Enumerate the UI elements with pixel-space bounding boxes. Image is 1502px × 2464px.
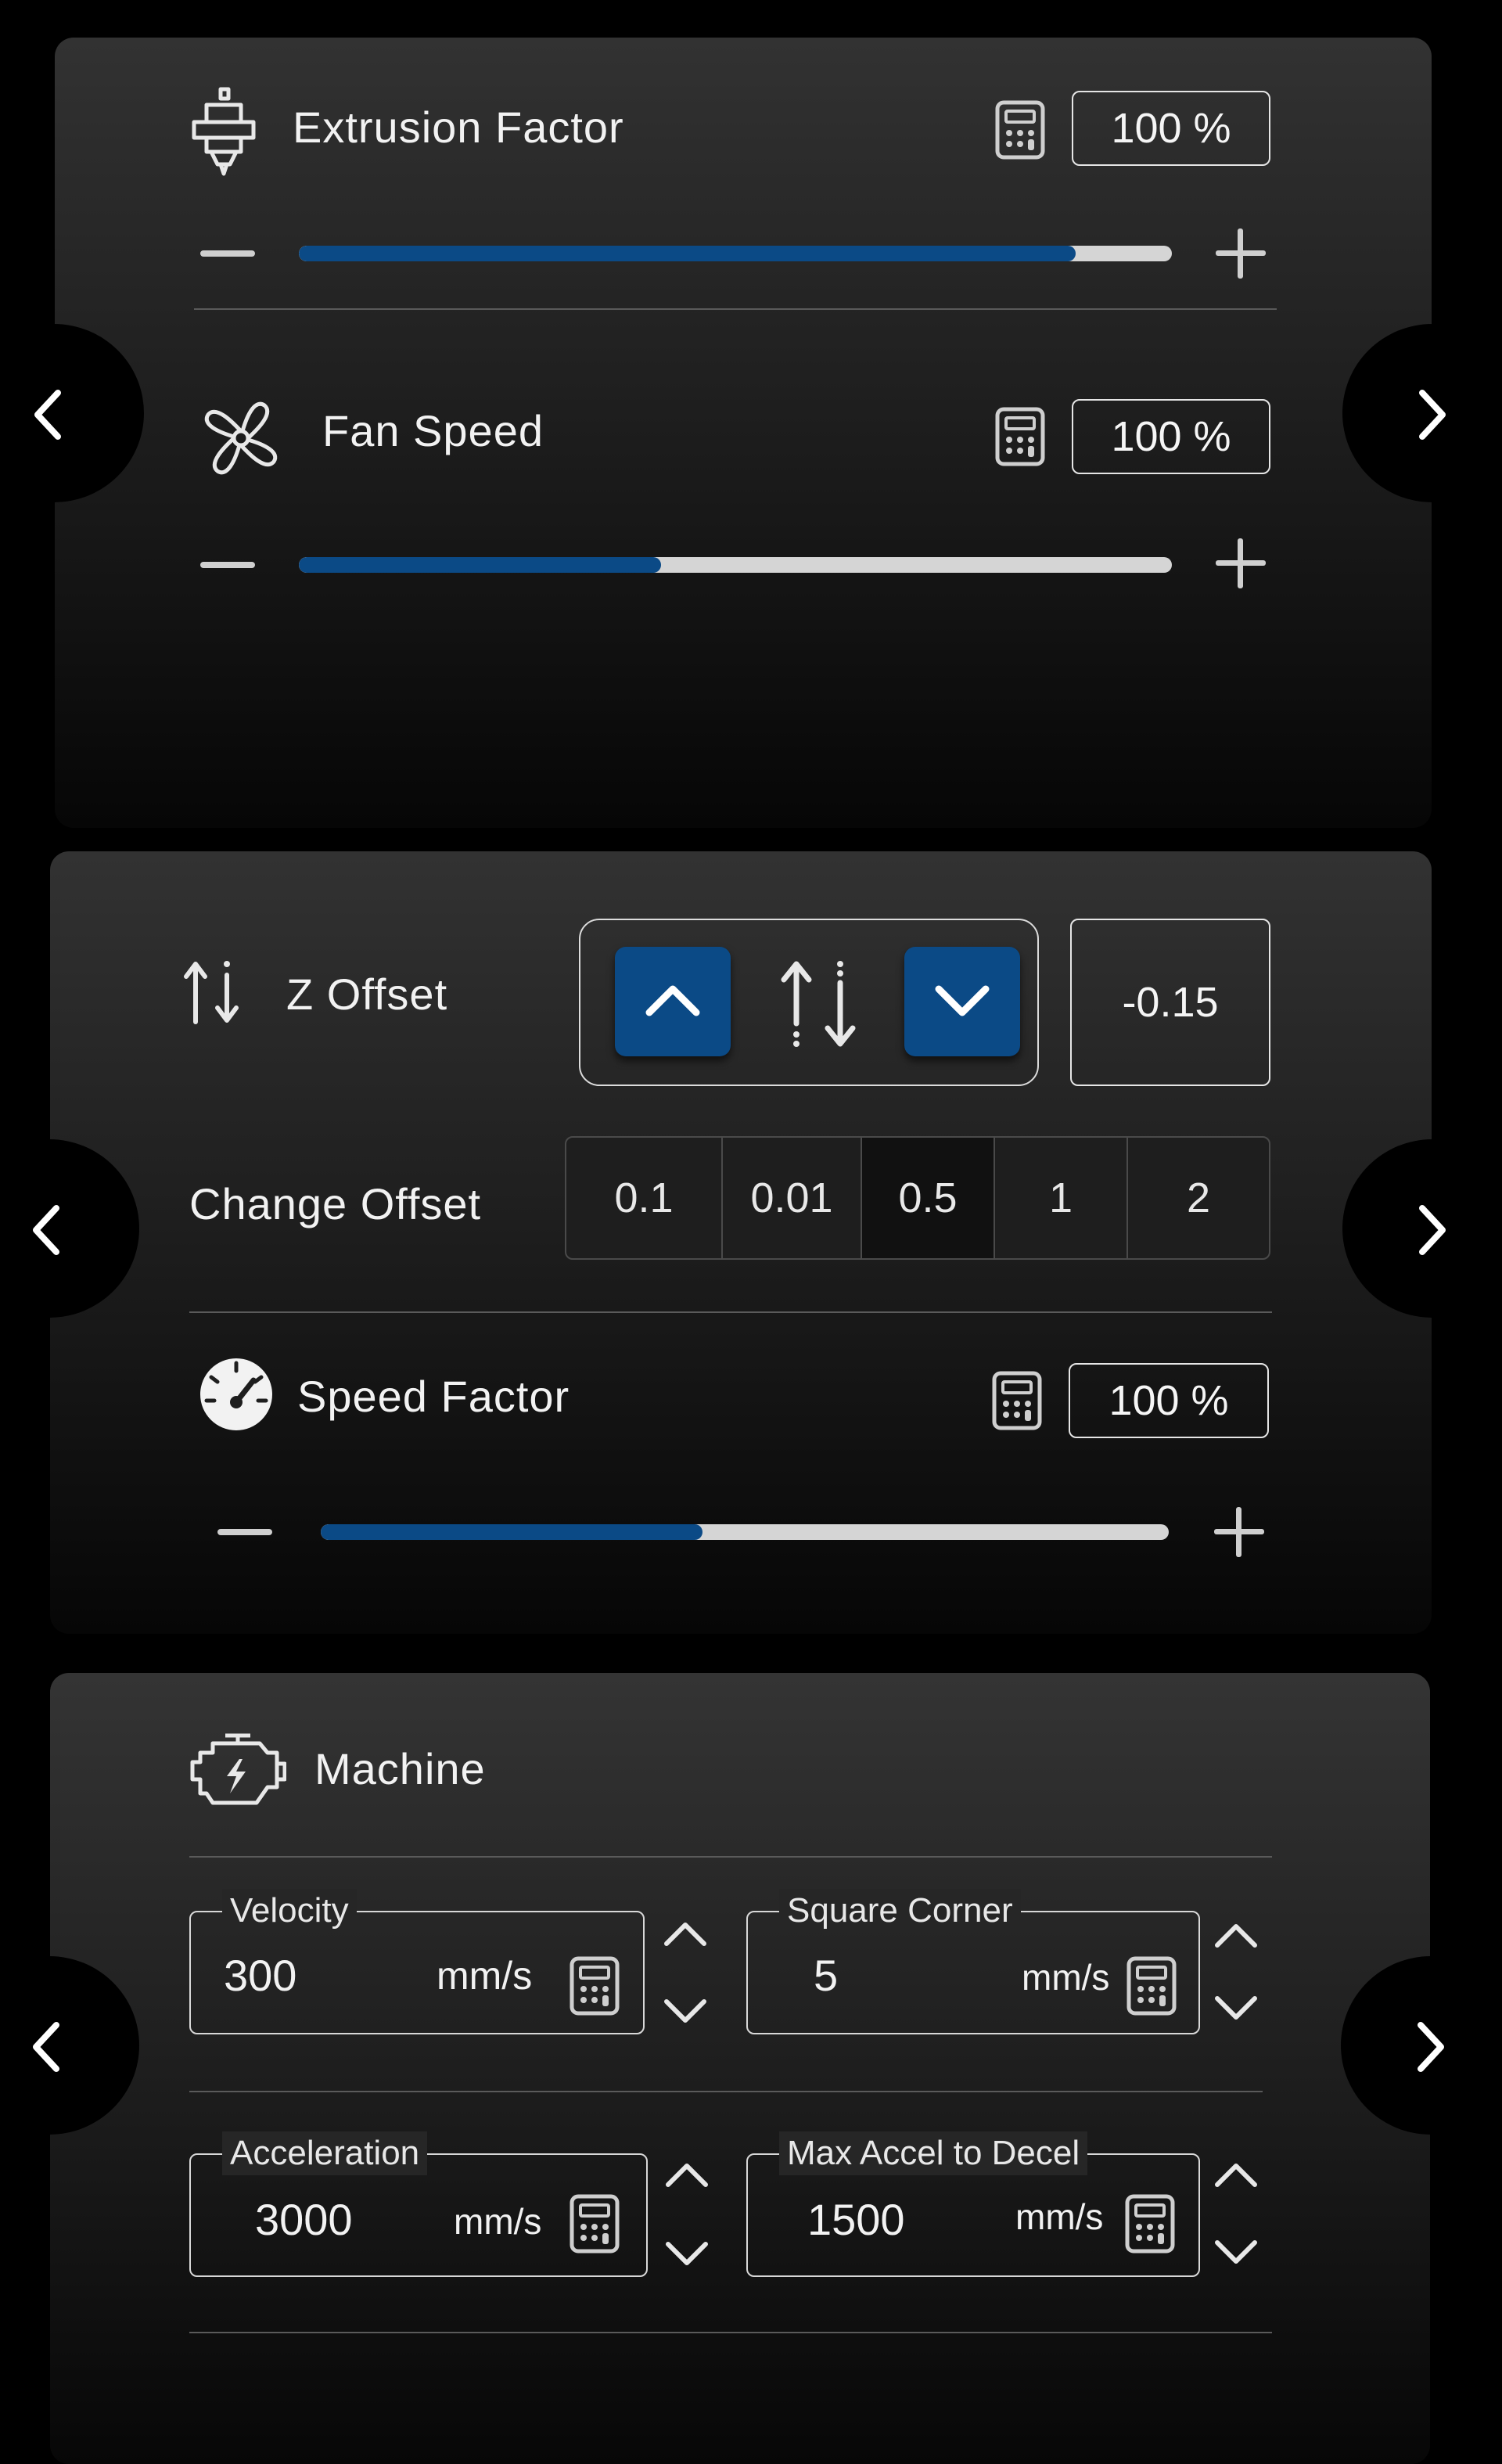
calculator-icon[interactable] [992,1371,1042,1430]
acceleration-label: Acceleration [222,2131,428,2175]
calculator-icon[interactable] [995,407,1045,466]
offset-step-option[interactable]: 0.01 [723,1138,862,1258]
divider [189,2091,1263,2092]
calculator-icon[interactable] [570,2194,620,2254]
z-offset-icon [184,961,239,1024]
fan-value-box[interactable]: 100 % [1072,399,1270,474]
z-offset-arrows-icon [781,961,856,1047]
extrusion-value-box[interactable]: 100 % [1072,91,1270,166]
z-offset-value-box[interactable]: -0.15 [1070,919,1270,1086]
acceleration-decrement-chevron-down-icon[interactable] [663,2239,710,2268]
z-offset-up-button[interactable] [615,947,731,1056]
calculator-icon[interactable] [1126,1956,1177,2016]
extrusion-slider[interactable] [299,246,1172,261]
acceleration-field[interactable]: Acceleration 3000 mm/s [189,2131,648,2277]
chevron-right-icon [1419,1205,1446,1255]
offset-step-option[interactable]: 0.1 [566,1138,723,1258]
divider [189,2332,1272,2333]
chevron-left-icon [33,1205,59,1255]
offset-step-option[interactable]: 1 [995,1138,1128,1258]
divider [189,1856,1272,1858]
max-accel-increment-chevron-up-icon[interactable] [1213,2161,1259,2189]
calculator-icon[interactable] [570,1956,620,2016]
speed-factor-title: Speed Factor [297,1372,570,1421]
fan-speed-title: Fan Speed [322,406,544,455]
chevron-right-icon [1419,390,1446,440]
calculator-icon[interactable] [1125,2194,1175,2254]
chevron-left-icon [34,390,61,440]
acceleration-unit: mm/s [454,2201,542,2242]
square-corner-field[interactable]: Square Corner 5 mm/s [746,1889,1200,2034]
calculator-icon[interactable] [995,100,1045,160]
speedometer-icon [200,1358,272,1430]
velocity-label: Velocity [222,1889,357,1933]
fan-icon [204,401,278,475]
max-accel-decrement-chevron-down-icon[interactable] [1213,2238,1259,2266]
divider [189,1311,1272,1313]
velocity-value[interactable]: 300 [224,1950,296,2001]
extruder-icon [192,87,256,176]
chevron-right-icon [1418,2022,1444,2072]
divider [194,308,1277,310]
chevron-left-icon [33,2022,59,2072]
square-corner-label: Square Corner [779,1889,1021,1933]
engine-icon [190,1733,286,1805]
velocity-field[interactable]: Velocity 300 mm/s [189,1889,645,2034]
square-corner-value[interactable]: 5 [814,1950,838,2001]
offset-step-selector: 0.1 0.01 0.5 1 2 [565,1136,1270,1260]
machine-title: Machine [314,1744,486,1793]
velocity-decrement-chevron-down-icon[interactable] [662,1997,709,2025]
max-accel-to-decel-field[interactable]: Max Accel to Decel 1500 mm/s [746,2131,1200,2277]
fan-decrease-button[interactable] [200,562,255,568]
change-offset-label: Change Offset [189,1179,482,1228]
max-accel-to-decel-value[interactable]: 1500 [807,2194,905,2245]
chevron-down-icon [935,985,990,1016]
square-corner-increment-chevron-up-icon[interactable] [1213,1922,1259,1950]
speed-decrease-button[interactable] [217,1529,272,1535]
acceleration-value[interactable]: 3000 [255,2194,353,2245]
speed-increase-button[interactable] [1214,1507,1264,1557]
offset-step-option-selected[interactable]: 0.5 [862,1138,995,1258]
extrusion-factor-title: Extrusion Factor [293,103,624,152]
velocity-increment-chevron-up-icon[interactable] [662,1920,709,1948]
speed-slider-fill [321,1524,702,1540]
z-offset-down-button[interactable] [904,947,1020,1056]
speed-slider[interactable] [321,1524,1169,1540]
max-accel-to-decel-unit: mm/s [1015,2196,1104,2237]
chevron-up-icon [645,985,700,1016]
fan-slider-fill [299,557,662,573]
fan-increase-button[interactable] [1216,538,1266,588]
offset-step-option[interactable]: 2 [1128,1138,1269,1258]
speed-value-box[interactable]: 100 % [1069,1363,1269,1438]
extrusion-decrease-button[interactable] [200,250,255,257]
fan-slider[interactable] [299,557,1172,573]
square-corner-decrement-chevron-down-icon[interactable] [1213,1994,1259,2022]
max-accel-to-decel-label: Max Accel to Decel [779,2131,1088,2175]
square-corner-unit: mm/s [1022,1957,1110,1998]
z-offset-title: Z Offset [286,969,448,1019]
extrusion-slider-fill [299,246,1076,261]
velocity-unit: mm/s [437,1954,533,1998]
extrusion-increase-button[interactable] [1216,228,1266,279]
acceleration-increment-chevron-up-icon[interactable] [663,2161,710,2189]
